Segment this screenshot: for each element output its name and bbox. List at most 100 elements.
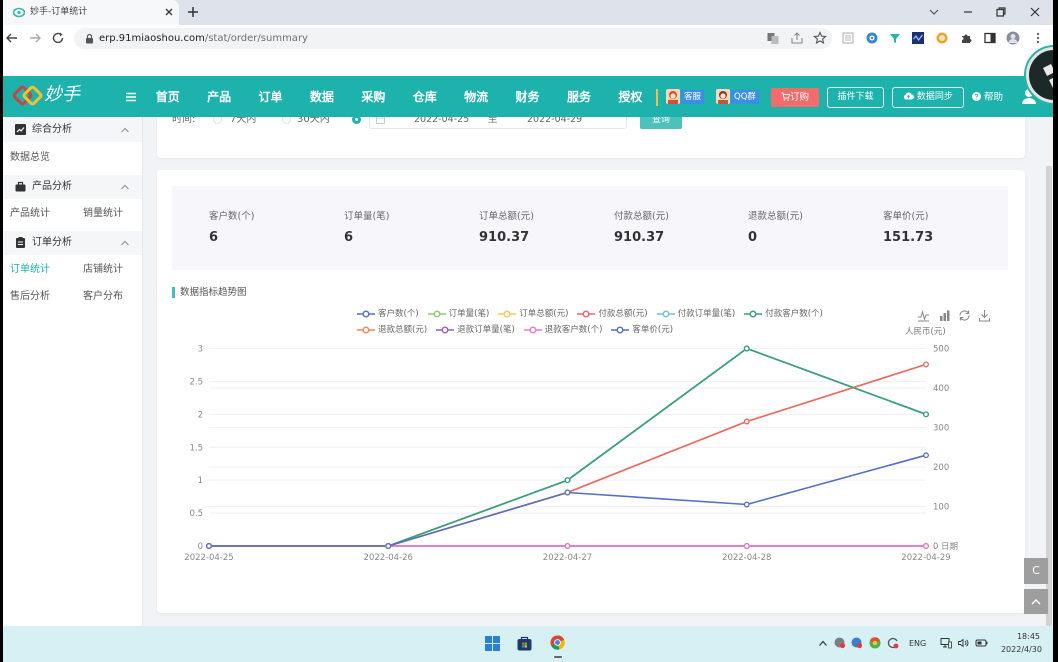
sidebar-section-order[interactable]: 订单分析 (3, 231, 142, 255)
plugin-download-button[interactable]: 插件下载 (827, 87, 884, 108)
data-point-series-6[interactable] (743, 345, 750, 352)
data-point-series-10[interactable] (206, 543, 212, 549)
tray-app-icon-1[interactable] (834, 637, 846, 649)
download-icon[interactable] (978, 309, 991, 322)
back-arrow-icon[interactable] (5, 31, 19, 45)
battery-icon[interactable] (975, 637, 988, 649)
minimize-window-icon[interactable] (961, 5, 975, 19)
browser-menu-kebab-icon[interactable] (1031, 31, 1045, 45)
url-text[interactable]: erp.91miaoshou.com/stat/order/summary (99, 32, 308, 45)
legend-item[interactable]: 订单总额(元) (498, 308, 568, 320)
reload-icon[interactable] (51, 31, 65, 45)
legend-item[interactable]: 付款订单量(笔) (656, 308, 735, 320)
chevron-up-icon[interactable] (120, 126, 130, 134)
series-line-4[interactable] (209, 363, 927, 547)
sidebar-item-after-sales[interactable]: 售后分析 (10, 291, 50, 303)
nav-item-logistics[interactable]: 物流 (450, 88, 501, 106)
new-tab-button[interactable] (187, 6, 199, 18)
qq-group-button[interactable]: QQ群 (731, 90, 759, 104)
data-point-series-4[interactable] (743, 418, 750, 425)
page-scrollbar-thumb[interactable] (1046, 166, 1052, 626)
nav-item-data[interactable]: 数据 (296, 88, 347, 106)
tray-chrome-icon[interactable] (869, 637, 881, 649)
tray-app-icon-2[interactable] (851, 637, 863, 649)
network-icon[interactable] (940, 637, 952, 649)
extension-orange-icon[interactable] (935, 31, 949, 45)
restore-window-icon[interactable] (994, 5, 1008, 19)
tray-sync-icon[interactable] (887, 637, 899, 649)
microsoft-store-icon[interactable] (517, 635, 532, 651)
nav-item-authorization[interactable]: 授权 (605, 88, 656, 106)
series-line-10[interactable] (209, 454, 927, 547)
legend-item[interactable]: 订单量(笔) (427, 308, 489, 320)
back-to-top-button[interactable] (1024, 589, 1048, 614)
data-point-series-6[interactable] (564, 477, 571, 484)
sidebar-item-shop-stats[interactable]: 店铺统计 (83, 264, 123, 276)
tray-overflow-chevron-icon[interactable] (818, 639, 828, 647)
close-window-icon[interactable] (1028, 5, 1042, 19)
hamburger-menu-icon[interactable] (125, 91, 137, 103)
nav-item-warehouse[interactable]: 仓库 (399, 88, 450, 106)
nav-item-service[interactable]: 服务 (553, 88, 604, 106)
extension-wave-icon[interactable] (911, 31, 925, 45)
miaoshou-logo-icon[interactable] (12, 84, 44, 108)
bar-chart-icon[interactable] (938, 309, 951, 322)
data-point-series-9[interactable] (923, 543, 929, 549)
data-point-series-9[interactable] (564, 543, 571, 549)
sidebar-item-customer-distribution[interactable]: 客户分布 (83, 291, 123, 303)
browser-tab-active[interactable]: 妙手-订单统计 (3, 0, 179, 25)
volume-icon[interactable] (957, 637, 969, 649)
sidebar-item-order-stats[interactable]: 订单统计 (10, 264, 50, 276)
chrome-taskbar-icon[interactable] (550, 635, 565, 650)
data-point-series-10[interactable] (385, 543, 392, 549)
clock-time[interactable]: 18:45 (1004, 632, 1040, 642)
nav-item-purchase[interactable]: 采购 (348, 88, 399, 106)
tab-search-chevron-icon[interactable] (927, 5, 941, 19)
extension-square-icon[interactable] (841, 31, 855, 45)
nav-item-finance[interactable]: 财务 (502, 88, 553, 106)
data-point-series-6[interactable] (923, 411, 929, 418)
sidebar-item-product-stats[interactable]: 产品统计 (10, 208, 50, 220)
data-sync-button[interactable]: 数据同步 (892, 87, 964, 108)
sidebar-item-sales-stats[interactable]: 销量统计 (83, 208, 123, 220)
help-link[interactable]: 帮助 (972, 91, 1003, 104)
profile-avatar-icon[interactable] (1006, 31, 1020, 45)
extension-target-icon[interactable] (865, 31, 879, 45)
sidebar-section-product[interactable]: 产品分析 (3, 175, 142, 199)
forward-arrow-icon[interactable] (28, 31, 42, 45)
customer-service-avatar-icon[interactable] (666, 89, 680, 104)
logo-text[interactable]: 妙手 (44, 84, 80, 106)
nav-item-home[interactable]: 首页 (142, 88, 193, 106)
sidebar-item-data-overview[interactable]: 数据总览 (10, 152, 50, 164)
data-point-series-4[interactable] (923, 361, 929, 368)
chevron-up-icon[interactable] (120, 239, 130, 247)
legend-item[interactable]: 付款客户数(个) (744, 308, 823, 320)
bookmark-star-icon[interactable] (813, 31, 827, 45)
share-icon[interactable] (790, 31, 804, 45)
nav-item-order[interactable]: 订单 (245, 88, 296, 106)
translate-icon[interactable] (766, 31, 780, 45)
customer-service-button[interactable]: 客服 (681, 90, 705, 104)
floating-service-button[interactable]: C (1024, 558, 1048, 584)
data-point-series-10[interactable] (743, 501, 750, 508)
input-language-indicator[interactable]: ENG (909, 639, 926, 649)
legend-item[interactable]: 付款总额(元) (577, 308, 648, 320)
extensions-puzzle-icon[interactable] (959, 31, 973, 45)
order-subscribe-button[interactable]: 订购 (771, 88, 819, 107)
windows-start-icon[interactable] (485, 636, 500, 651)
qq-group-avatar-icon[interactable] (716, 89, 730, 104)
data-point-series-9[interactable] (743, 543, 750, 549)
clock-date[interactable]: 2022/4/30 (994, 645, 1042, 655)
extension-funnel-icon[interactable] (888, 31, 902, 45)
legend-item[interactable]: 客户数(个) (357, 308, 419, 320)
restore-icon[interactable] (958, 309, 971, 322)
line-chart-icon[interactable] (917, 309, 930, 322)
data-point-series-10[interactable] (923, 452, 929, 459)
nav-item-product[interactable]: 产品 (193, 88, 244, 106)
data-point-series-10[interactable] (564, 489, 571, 496)
series-line-3[interactable] (209, 363, 927, 547)
sidebar-section-overview[interactable]: 综合分析 (3, 118, 142, 142)
side-panel-icon[interactable] (983, 31, 997, 45)
tab-close-icon[interactable] (163, 6, 175, 18)
chevron-up-icon[interactable] (120, 183, 130, 191)
